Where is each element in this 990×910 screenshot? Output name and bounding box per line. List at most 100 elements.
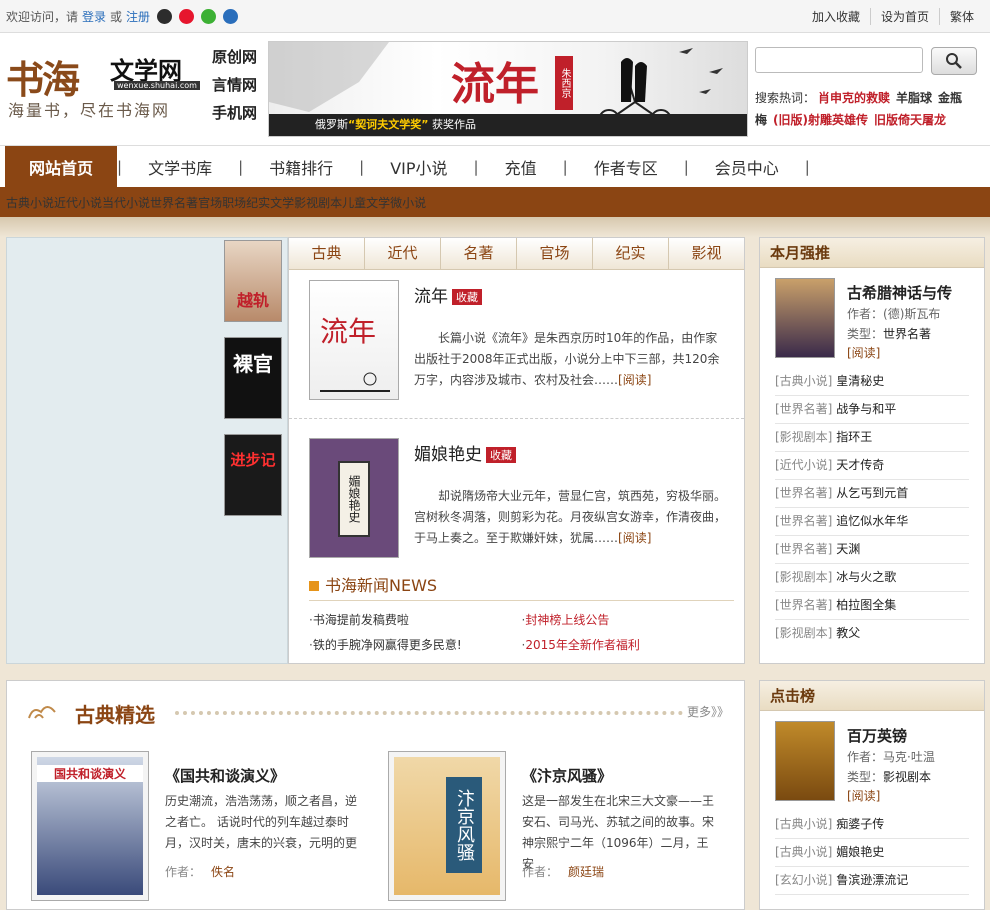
main-nav: 网站首页 | 文学书库 | 书籍排行 | VIP小说 | 充值 | 作者专区 | 会员中心 | (0, 145, 990, 187)
hot-word[interactable]: 羊脂球 (896, 91, 932, 105)
book-title[interactable]: 百万英镑 (847, 725, 907, 746)
book-cover[interactable]: 汴京风骚 (388, 751, 506, 901)
subnav-contemporary[interactable]: 当代小说 (102, 194, 150, 211)
book-item: 汴京风骚 《汴京风骚》 这是一部发生在北宋三大文豪——王安石、司马光、苏轼之间的… (388, 751, 728, 901)
original-site-link[interactable]: 原创网 (212, 43, 257, 71)
book-title[interactable]: 媚娘艳史 (414, 445, 482, 465)
register-link[interactable]: 注册 (126, 8, 150, 25)
book-cover[interactable]: 流年 (309, 280, 399, 400)
tab-classic[interactable]: 古典 (289, 238, 365, 269)
read-link[interactable]: [阅读] (847, 787, 880, 804)
favorite-button[interactable]: 收藏 (486, 447, 516, 463)
monthly-recommend-panel: 本月强推 古希腊神话与传 作者：(德)斯瓦布 类型：世界名著 [阅读] [古典小说… (759, 237, 985, 664)
romance-site-link[interactable]: 言情网 (212, 71, 257, 99)
list-item[interactable]: [古典小说] 媚娘艳史 (775, 839, 969, 867)
subnav-micro[interactable]: 微小说 (390, 194, 426, 211)
book-cover[interactable]: 国共和谈演义 (31, 751, 149, 901)
hot-word[interactable]: 旧版倚天屠龙 (874, 113, 946, 127)
book-cover[interactable] (775, 278, 835, 358)
section-header: 古典精选 更多》》 (27, 699, 729, 727)
book-title[interactable]: 古希腊神话与传 (847, 282, 952, 303)
book-title[interactable]: 流年 (414, 287, 448, 307)
nav-member[interactable]: 会员中心 (689, 146, 805, 187)
tab-film[interactable]: 影视 (669, 238, 744, 269)
dotted-divider (175, 711, 683, 715)
book-author: 作者： 颜廷瑞 (522, 865, 605, 879)
add-favorite-link[interactable]: 加入收藏 (802, 8, 870, 25)
read-link[interactable]: [阅读] (847, 344, 880, 361)
nav-author[interactable]: 作者专区 (568, 146, 684, 187)
subnav-scripts[interactable]: 影视剧本 (294, 194, 342, 211)
news-item[interactable]: 书海提前发稿费啦 (309, 611, 522, 628)
read-link[interactable]: [阅读] (618, 531, 651, 545)
news-item[interactable]: 封神榜上线公告 (522, 611, 735, 628)
list-item[interactable]: [古典小说] 皇清秘史 (775, 368, 969, 396)
tab-officialdom[interactable]: 官场 (517, 238, 593, 269)
nav-ranking[interactable]: 书籍排行 (243, 146, 359, 187)
book-title[interactable]: 《国共和谈演义》 (165, 765, 285, 786)
list-item[interactable]: [近代小说] 天才传奇 (775, 452, 969, 480)
list-item[interactable]: [世界名著] 从乞丐到元首 (775, 480, 969, 508)
qq-icon[interactable] (157, 8, 173, 24)
news-item[interactable]: 铁的手腕净网赢得更多民意! (309, 636, 522, 653)
subnav-modern[interactable]: 近代小说 (54, 194, 102, 211)
list-item[interactable]: [影视剧本] 指环王 (775, 424, 969, 452)
or-text: 或 (110, 9, 123, 24)
list-item[interactable]: [世界名著] 追忆似水年华 (775, 508, 969, 536)
subnav-officialdom[interactable]: 官场职场 (198, 194, 246, 211)
subnav-documentary[interactable]: 纪实文学 (246, 194, 294, 211)
news-section: 书海新闻NEWS 书海提前发稿费啦 封神榜上线公告 铁的手腕净网赢得更多民意! … (309, 572, 734, 653)
site-logo[interactable]: 书海 文学网 wenxue.shuhai.com 海量书，尽在书海网 (6, 47, 206, 133)
featured-book: 古希腊神话与传 作者：(德)斯瓦布 类型：世界名著 [阅读] (775, 278, 984, 368)
panel-title: 点击榜 (760, 681, 984, 711)
mobile-site-link[interactable]: 手机网 (212, 99, 257, 127)
subnav-world-classics[interactable]: 世界名著 (150, 194, 198, 211)
hot-word[interactable]: (旧版)射雕英雄传 (773, 113, 868, 127)
news-item[interactable]: 2015年全新作者福利 (522, 636, 735, 653)
list-item[interactable]: [玄幻小说] 鲁滨逊漂流记 (775, 867, 969, 895)
recommend-panel: 古典 近代 名著 官场 纪实 影视 流年 流年 收藏 长篇小说《流年》是朱西京历时… (288, 237, 745, 664)
favorite-button[interactable]: 收藏 (452, 289, 482, 305)
cover-thumbnail[interactable]: 进步记 (224, 434, 282, 516)
section-title: 古典精选 (75, 703, 155, 727)
subnav-classic[interactable]: 古典小说 (6, 194, 54, 211)
book-meta: 作者：马克·吐温 类型：影视剧本 (847, 750, 935, 784)
hot-word[interactable]: 肖申克的救赎 (818, 91, 890, 105)
list-item[interactable]: [世界名著] 柏拉图全集 (775, 592, 969, 620)
hot-word[interactable]: 金瓶 (938, 91, 962, 105)
nav-home[interactable]: 网站首页 (5, 146, 117, 187)
tab-classics[interactable]: 名著 (441, 238, 517, 269)
hot-search-words: 搜索热词： 肖申克的救赎 羊脂球 金瓶梅 (旧版)射雕英雄传 旧版倚天屠龙 (755, 91, 963, 127)
tab-documentary[interactable]: 纪实 (593, 238, 669, 269)
list-item[interactable]: [影视剧本] 教父 (775, 620, 969, 648)
baidu-icon[interactable] (223, 8, 239, 24)
tab-modern[interactable]: 近代 (365, 238, 441, 269)
nav-recharge[interactable]: 充值 (479, 146, 563, 187)
traditional-chinese-link[interactable]: 繁体 (938, 7, 984, 25)
subnav-children[interactable]: 儿童文学 (342, 194, 390, 211)
search-box (755, 47, 977, 75)
list-item[interactable]: [世界名著] 战争与和平 (775, 396, 969, 424)
book-cover[interactable] (775, 721, 835, 801)
search-input[interactable] (755, 47, 923, 73)
more-link[interactable]: 更多》》 (687, 703, 729, 720)
read-link[interactable]: [阅读] (618, 373, 651, 387)
search-button[interactable] (931, 47, 977, 75)
list-item[interactable]: [世界名著] 天渊 (775, 536, 969, 564)
book-title[interactable]: 《汴京风骚》 (522, 765, 612, 786)
top-bar: 欢迎访问，请 登录 或 注册 加入收藏 设为首页 繁体 (0, 0, 990, 33)
cover-thumbnail[interactable]: 越轨 (224, 240, 282, 322)
nav-vip[interactable]: VIP小说 (364, 146, 473, 187)
cover-thumbnail[interactable]: 裸官 (224, 337, 282, 419)
book-cover[interactable]: 媚娘艳史 (309, 438, 399, 558)
weibo-icon[interactable] (179, 8, 195, 24)
list-item[interactable]: [影视剧本] 冰与火之歌 (775, 564, 969, 592)
wechat-icon[interactable] (201, 8, 217, 24)
sub-nav: 古典小说 近代小说 当代小说 世界名著 官场职场 纪实文学 影视剧本 儿童文学 … (0, 187, 990, 217)
hot-word[interactable]: 梅 (755, 113, 767, 127)
set-homepage-link[interactable]: 设为首页 (869, 7, 939, 25)
list-item[interactable]: [古典小说] 痴婆子传 (775, 811, 969, 839)
banner-ad[interactable]: 流年 朱西京 俄罗斯“契诃夫文学奖” 获奖作品 (268, 41, 748, 137)
nav-library[interactable]: 文学书库 (122, 146, 238, 187)
login-link[interactable]: 登录 (82, 8, 106, 25)
